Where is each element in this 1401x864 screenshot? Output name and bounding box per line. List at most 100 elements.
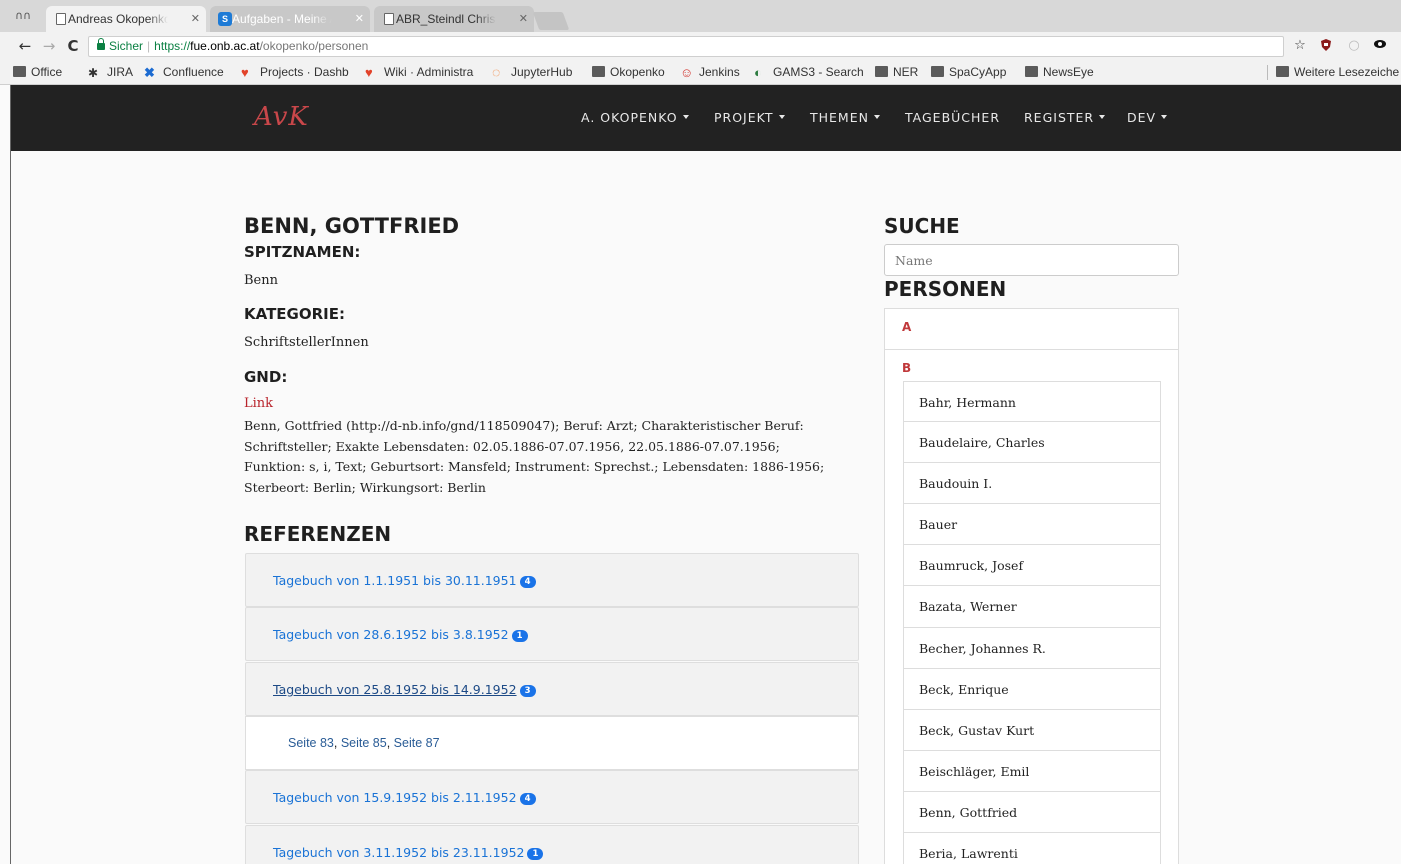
back-icon[interactable]: ← xyxy=(16,36,34,56)
close-icon[interactable]: ✕ xyxy=(519,6,528,32)
page-links: Seite 83, Seite 85, Seite 87 xyxy=(288,736,440,750)
bookmark-projects-dashboard[interactable]: ♥ Projects · Dashb xyxy=(241,60,349,84)
nav-projekt[interactable]: PROJEKT xyxy=(714,110,785,125)
letter-group-a[interactable]: A xyxy=(884,308,1179,350)
url-path: /okopenko/personen xyxy=(259,39,369,53)
web-page: AvK A. OKOPENKO PROJEKT THEMEN TAGEBÜCHE… xyxy=(0,85,1401,864)
bookmark-jupyterhub[interactable]: ◌ JupyterHub xyxy=(492,60,572,84)
browser-toolbar: ← → C Sicher | https://fue.onb.ac.at/okope… xyxy=(0,32,1401,60)
url-scheme: https:// xyxy=(154,39,191,53)
reference-pages: Seite 83, Seite 85, Seite 87 xyxy=(245,716,859,770)
eye-icon[interactable] xyxy=(1372,38,1388,54)
nicknames-heading: SPITZNAMEN: xyxy=(244,243,361,261)
nav-okopenko[interactable]: A. OKOPENKO xyxy=(581,110,689,125)
ublock-icon[interactable] xyxy=(1318,38,1334,54)
sharepoint-icon: S xyxy=(218,12,232,26)
letter-b[interactable]: B xyxy=(902,361,911,375)
caret-down-icon xyxy=(1161,115,1168,119)
caret-down-icon xyxy=(873,115,880,119)
gnd-heading: GND: xyxy=(244,368,288,386)
person-name-heading: BENN, GOTTFRIED xyxy=(244,214,460,238)
search-heading: SUCHE xyxy=(884,214,960,238)
count-badge: 1 xyxy=(527,848,544,860)
tab-strip: ∩∩ Andreas Okopenko: ✕ S Aufgaben - Mein… xyxy=(0,0,1401,32)
caret-down-icon xyxy=(682,115,689,119)
person-list: Bahr, Hermann Baudelaire, Charles Baudou… xyxy=(903,381,1161,864)
letter-a[interactable]: A xyxy=(902,320,911,334)
new-tab-button[interactable] xyxy=(532,12,570,30)
bookmark-jira[interactable]: ✱ JIRA xyxy=(88,60,133,84)
nav-tagebuecher[interactable]: TAGEBÜCHER xyxy=(905,110,1000,125)
browser-chrome: ∩∩ Andreas Okopenko: ✕ S Aufgaben - Mein… xyxy=(0,0,1401,85)
gnd-link[interactable]: Link xyxy=(244,396,273,411)
page-link[interactable]: Seite 85 xyxy=(341,736,387,750)
confluence-icon: ✖ xyxy=(144,65,155,80)
bookmark-office[interactable]: Office xyxy=(13,60,62,84)
reference-item[interactable]: Tagebuch von 28.6.1952 bis 3.8.1952 1 xyxy=(245,607,859,661)
reference-item[interactable]: Tagebuch von 3.11.1952 bis 23.11.1952 1 xyxy=(245,825,859,864)
category-heading: KATEGORIE: xyxy=(244,305,345,323)
folder-icon xyxy=(1025,66,1038,77)
bookmark-newseye[interactable]: NewsEye xyxy=(1025,60,1094,84)
person-item[interactable]: Becher, Johannes R. xyxy=(903,627,1161,669)
tab-aufgaben[interactable]: S Aufgaben - Meine A ✕ xyxy=(204,6,376,32)
tab-andreas-okopenko[interactable]: Andreas Okopenko: ✕ xyxy=(40,6,212,32)
nav-dev[interactable]: DEV xyxy=(1127,110,1168,125)
bookmark-okopenko[interactable]: Okopenko xyxy=(592,60,665,84)
jupyter-icon: ◌ xyxy=(492,64,501,80)
url-host: fue.onb.ac.at xyxy=(190,39,260,53)
page-link[interactable]: Seite 87 xyxy=(394,736,440,750)
bookmark-wiki-administration[interactable]: ♥ Wiki · Administra xyxy=(365,60,473,84)
site-logo[interactable]: AvK xyxy=(254,102,309,132)
incognito-icon: ∩∩ xyxy=(14,9,32,22)
count-badge: 1 xyxy=(511,630,528,642)
person-item[interactable]: Beria, Lawrenti xyxy=(903,833,1161,864)
document-icon xyxy=(56,13,66,25)
bookmark-jenkins[interactable]: ☺ Jenkins xyxy=(680,60,740,84)
person-item[interactable]: Baudelaire, Charles xyxy=(903,422,1161,464)
count-badge: 4 xyxy=(519,576,536,588)
person-item[interactable]: Benn, Gottfried xyxy=(903,791,1161,834)
star-icon[interactable]: ☆ xyxy=(1292,38,1308,54)
name-search-input[interactable] xyxy=(884,244,1179,276)
folder-icon xyxy=(1276,66,1289,77)
extension-icon[interactable]: ○ xyxy=(1346,38,1362,54)
page-link[interactable]: Seite 83 xyxy=(288,736,334,750)
person-item[interactable]: Beck, Gustav Kurt xyxy=(903,709,1161,751)
person-item[interactable]: Baumruck, Josef xyxy=(903,545,1161,587)
document-icon xyxy=(384,13,394,25)
category-value: SchriftstellerInnen xyxy=(244,335,369,350)
bookmarks-separator xyxy=(1267,65,1268,80)
close-icon[interactable]: ✕ xyxy=(191,6,200,32)
person-item[interactable]: Beischläger, Emil xyxy=(903,750,1161,792)
gams-icon: ◐ xyxy=(754,65,762,80)
gnd-description: Benn, Gottfried (http://d-nb.info/gnd/11… xyxy=(244,418,825,495)
nav-register[interactable]: REGISTER xyxy=(1024,110,1106,125)
person-item[interactable]: Baudouin I. xyxy=(903,463,1161,505)
bookmark-gams3-search[interactable]: ◐ GAMS3 - Search xyxy=(754,60,864,84)
secure-label: Sicher xyxy=(109,39,144,53)
reload-icon[interactable]: C xyxy=(64,36,82,56)
person-item[interactable]: Beck, Enrique xyxy=(903,668,1161,710)
bookmark-confluence[interactable]: ✖ Confluence xyxy=(144,60,224,84)
reference-item-open[interactable]: Tagebuch von 25.8.1952 bis 14.9.1952 3 xyxy=(245,662,859,716)
caret-down-icon xyxy=(1099,115,1106,119)
reference-item[interactable]: Tagebuch von 1.1.1951 bis 30.11.1951 4 xyxy=(245,553,859,607)
address-bar[interactable]: Sicher | https://fue.onb.ac.at/okopenko/pe… xyxy=(88,36,1284,57)
forward-icon[interactable]: → xyxy=(40,36,58,56)
person-item[interactable]: Bauer xyxy=(903,504,1161,546)
folder-icon xyxy=(13,66,26,77)
person-item[interactable]: Bazata, Werner xyxy=(903,586,1161,628)
bookmark-other[interactable]: Weitere Lesezeiche xyxy=(1276,60,1399,84)
nav-themen[interactable]: THEMEN xyxy=(810,110,880,125)
jira-icon: ✱ xyxy=(88,66,99,80)
person-item[interactable]: Bahr, Hermann xyxy=(903,381,1161,423)
reference-item[interactable]: Tagebuch von 15.9.1952 bis 2.11.1952 4 xyxy=(245,770,859,824)
bookmark-spacyapp[interactable]: SpaCyApp xyxy=(931,60,1006,84)
count-badge: 3 xyxy=(519,685,536,697)
tab-abr-steindl[interactable]: ABR_Steindl Christo ✕ xyxy=(368,6,540,32)
close-icon[interactable]: ✕ xyxy=(355,6,364,32)
url-separator: | xyxy=(147,39,151,53)
bookmark-ner[interactable]: NER xyxy=(875,60,918,84)
nicknames-value: Benn xyxy=(244,273,278,288)
